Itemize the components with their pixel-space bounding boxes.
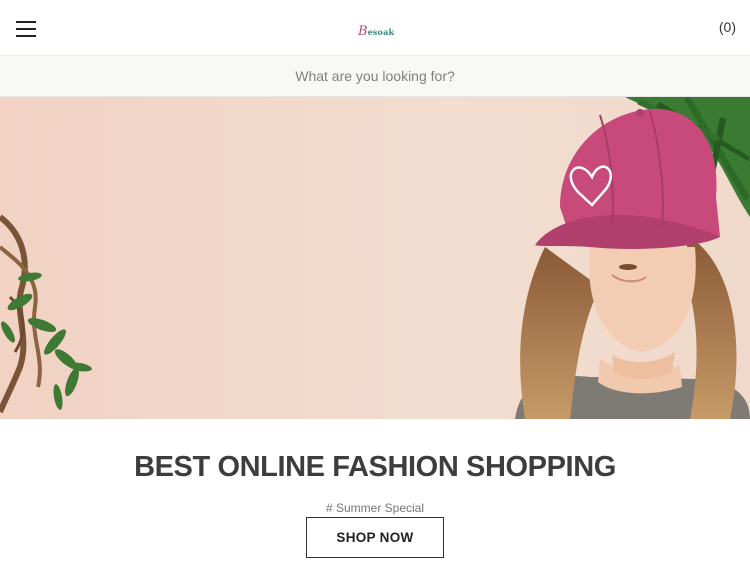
logo-wordmark: esoak: [367, 27, 395, 37]
hero-banner[interactable]: [0, 97, 750, 419]
menu-line: [16, 35, 36, 37]
site-header: Besoak (0): [0, 0, 750, 56]
hero-image: [0, 97, 750, 419]
cart-count[interactable]: (0): [719, 19, 736, 35]
hero-content: BEST ONLINE FASHION SHOPPING # Summer Sp…: [0, 419, 750, 563]
shop-now-button[interactable]: SHOP NOW: [306, 517, 444, 558]
hamburger-menu-icon[interactable]: [16, 19, 37, 37]
menu-line: [16, 21, 36, 23]
site-logo[interactable]: Besoak: [358, 20, 395, 39]
search-bar: [0, 56, 750, 97]
hero-headline: BEST ONLINE FASHION SHOPPING: [134, 451, 616, 483]
search-input[interactable]: [0, 56, 750, 96]
menu-line: [16, 28, 36, 30]
hero-subline: # Summer Special: [325, 501, 425, 515]
logo-initial: B: [358, 24, 368, 39]
